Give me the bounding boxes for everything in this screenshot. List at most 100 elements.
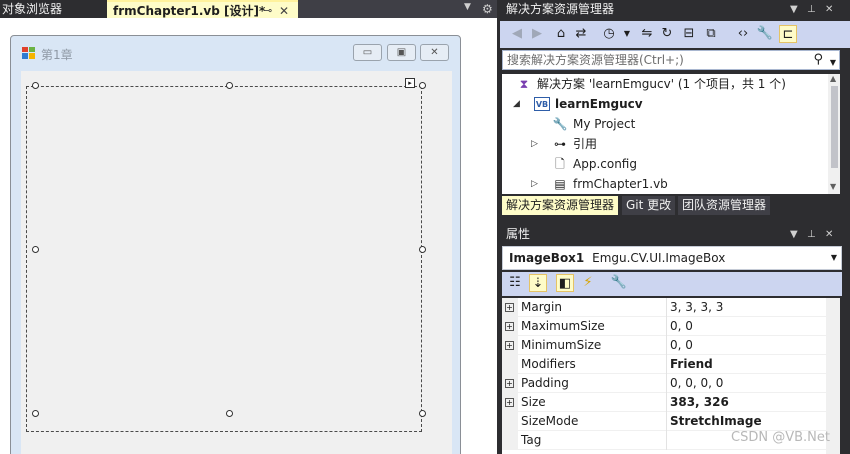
- close-icon[interactable]: ✕: [825, 225, 833, 244]
- property-row-sizemode[interactable]: SizeMode StretchImage: [502, 412, 826, 431]
- switch-views-icon[interactable]: ⇄: [572, 25, 590, 43]
- view-code-icon[interactable]: ‹›: [734, 25, 752, 43]
- tree-item-label: frmChapter1.vb: [573, 177, 668, 191]
- property-value[interactable]: Friend: [670, 355, 713, 374]
- property-row-modifiers[interactable]: Modifiers Friend: [502, 355, 826, 374]
- tree-item-app-config[interactable]: 🗋 App.config: [502, 154, 827, 174]
- scroll-up-icon[interactable]: ▲: [830, 74, 836, 83]
- property-row-maximumsize[interactable]: + MaximumSize 0, 0: [502, 317, 826, 336]
- smart-tag-button[interactable]: ▸: [405, 78, 415, 88]
- tree-item-label: App.config: [573, 157, 637, 171]
- pending-changes-filter-icon[interactable]: ◷: [600, 25, 618, 43]
- tree-item-my-project[interactable]: 🔧 My Project: [502, 114, 827, 134]
- properties-view-icon[interactable]: ◧: [556, 274, 574, 292]
- events-lightning-icon[interactable]: ⚡: [579, 274, 597, 292]
- close-icon: ✕: [430, 47, 439, 58]
- property-value[interactable]: 3, 3, 3, 3: [670, 298, 723, 317]
- object-selector[interactable]: ImageBox1 Emgu.CV.UI.ImageBox ▼: [502, 246, 842, 270]
- expand-plus-icon[interactable]: +: [505, 398, 514, 407]
- expand-plus-icon[interactable]: +: [505, 341, 514, 350]
- expand-plus-icon[interactable]: +: [505, 379, 514, 388]
- resize-handle-bottom[interactable]: [226, 410, 233, 417]
- maximize-button[interactable]: ▣: [387, 44, 416, 61]
- imagebox-control[interactable]: [26, 86, 422, 432]
- solution-search-input[interactable]: 搜索解决方案资源管理器(Ctrl+;) ⚲ ▼: [502, 50, 840, 70]
- preview-selected-icon[interactable]: ⊏: [779, 25, 797, 43]
- wrench-icon: 🔧: [552, 117, 568, 131]
- chevron-down-icon[interactable]: ▼: [831, 247, 837, 269]
- tab-git-changes[interactable]: Git 更改: [622, 196, 676, 215]
- expand-plus-icon[interactable]: +: [505, 322, 514, 331]
- tab-dropdown-icon[interactable]: ▼: [464, 2, 471, 12]
- expanded-arrow-icon[interactable]: ◢: [513, 94, 520, 114]
- tree-item-references[interactable]: ▷ ⊶ 引用: [502, 134, 827, 154]
- property-value[interactable]: StretchImage: [670, 412, 762, 431]
- resize-handle-top-left[interactable]: [32, 82, 39, 89]
- search-options-chevron-down-icon[interactable]: ▼: [830, 54, 836, 72]
- panel-title: 解决方案资源管理器: [506, 2, 615, 16]
- categorized-icon[interactable]: ☷: [506, 274, 524, 292]
- column-divider: [666, 336, 667, 355]
- tab-frmchapter1-design[interactable]: frmChapter1.vb [设计]* ⊸ ✕: [107, 0, 298, 18]
- back-icon[interactable]: ◀: [508, 25, 526, 43]
- tab-team-explorer[interactable]: 团队资源管理器: [678, 196, 771, 215]
- panel-dropdown-icon[interactable]: ▼: [790, 0, 798, 19]
- refresh-icon[interactable]: ↻: [658, 25, 676, 43]
- property-row-margin[interactable]: + Margin 3, 3, 3, 3: [502, 298, 826, 317]
- chevron-down-icon[interactable]: ▼: [618, 25, 636, 43]
- form-title: 第1章: [41, 48, 73, 62]
- scroll-down-icon[interactable]: ▼: [830, 182, 836, 191]
- property-name: Size: [521, 395, 546, 409]
- close-icon[interactable]: ✕: [825, 0, 833, 19]
- form-designer-surface[interactable]: 第1章 ▭ ▣ ✕ ▸: [0, 18, 497, 454]
- search-icon[interactable]: ⚲: [813, 51, 823, 69]
- form-close-button[interactable]: ✕: [420, 44, 449, 61]
- property-row-minimumsize[interactable]: + MinimumSize 0, 0: [502, 336, 826, 355]
- resize-handle-top-right[interactable]: [419, 82, 426, 89]
- home-icon[interactable]: ⌂: [552, 25, 570, 43]
- tree-item-frmchapter1[interactable]: ▷ ▤ frmChapter1.vb: [502, 174, 827, 194]
- property-value[interactable]: 0, 0: [670, 317, 693, 336]
- gear-icon[interactable]: ⚙: [482, 0, 493, 18]
- resize-handle-bottom-right[interactable]: [419, 410, 426, 417]
- tab-object-browser[interactable]: 对象浏览器: [0, 0, 107, 18]
- solution-explorer-title-bar: 解决方案资源管理器 ▼ ⊥ ✕: [500, 0, 850, 19]
- collapsed-arrow-icon[interactable]: ▷: [531, 174, 538, 194]
- pin-icon[interactable]: ⊥: [807, 0, 816, 19]
- alphabetical-icon[interactable]: ⇣: [529, 274, 547, 292]
- resize-handle-left[interactable]: [32, 246, 39, 253]
- property-value[interactable]: 0, 0, 0, 0: [670, 374, 723, 393]
- minimize-button[interactable]: ▭: [353, 44, 382, 61]
- tab-solution-explorer[interactable]: 解决方案资源管理器: [502, 196, 619, 215]
- tree-item-solution[interactable]: ⧗ 解决方案 'learnEmgucv' (1 个项目，共 1 个): [502, 74, 827, 94]
- resize-handle-right[interactable]: [419, 246, 426, 253]
- tree-item-label: learnEmgucv: [555, 97, 643, 111]
- tree-item-label: 解决方案 'learnEmgucv' (1 个项目，共 1 个): [537, 77, 786, 91]
- sync-icon[interactable]: ⇋: [638, 25, 656, 43]
- document-tab-strip: 对象浏览器 frmChapter1.vb [设计]* ⊸ ✕ ▼ ⚙: [0, 0, 497, 18]
- solution-explorer-toolbar: ◀ ▶ ⌂ ⇄ ◷ ▼ ⇋ ↻ ⊟ ⧉ ‹› 🔧 ⊏: [500, 21, 850, 48]
- object-type: Emgu.CV.UI.ImageBox: [592, 251, 726, 265]
- property-row-size[interactable]: + Size 383, 326: [502, 393, 826, 412]
- solution-tree-scrollbar[interactable]: ▲ ▼: [828, 74, 840, 194]
- property-value[interactable]: 0, 0: [670, 336, 693, 355]
- scrollbar-thumb[interactable]: [831, 86, 838, 168]
- show-all-files-icon[interactable]: ⧉: [702, 25, 720, 43]
- solution-icon: ⧗: [519, 77, 529, 91]
- property-row-padding[interactable]: + Padding 0, 0, 0, 0: [502, 374, 826, 393]
- panel-dropdown-icon[interactable]: ▼: [790, 225, 798, 244]
- forward-icon[interactable]: ▶: [528, 25, 546, 43]
- resize-handle-top[interactable]: [226, 82, 233, 89]
- resize-handle-bottom-left[interactable]: [32, 410, 39, 417]
- vb-project-icon: VB: [534, 97, 550, 111]
- row-gutter: [502, 412, 518, 431]
- pin-icon[interactable]: ⊥: [807, 225, 816, 244]
- property-pages-wrench-icon[interactable]: 🔧: [610, 274, 628, 292]
- collapse-all-icon[interactable]: ⊟: [680, 25, 698, 43]
- maximize-icon: ▣: [396, 47, 407, 58]
- property-value[interactable]: 383, 326: [670, 393, 729, 412]
- expand-plus-icon[interactable]: +: [505, 303, 514, 312]
- tree-item-project[interactable]: ◢ VB learnEmgucv: [502, 94, 827, 114]
- collapsed-arrow-icon[interactable]: ▷: [531, 134, 538, 154]
- properties-wrench-icon[interactable]: 🔧: [756, 25, 774, 43]
